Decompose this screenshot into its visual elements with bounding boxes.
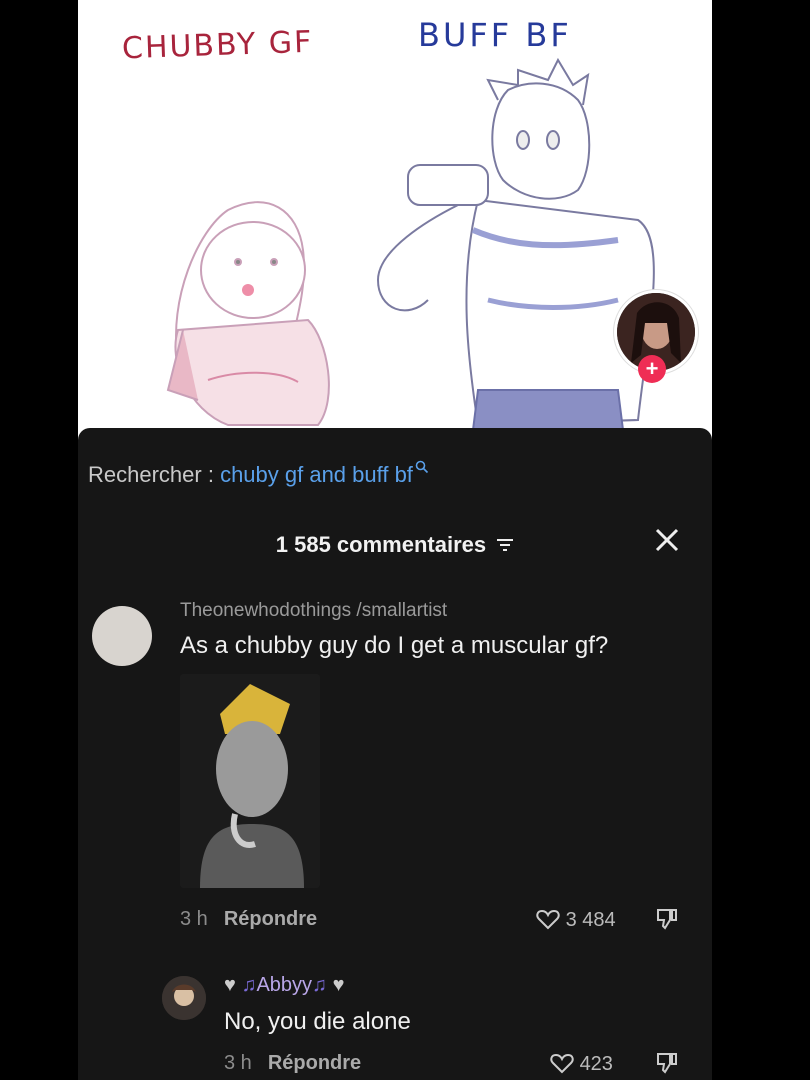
music-note-icon: ♫ <box>312 974 328 996</box>
comment-time: 3 h <box>224 1052 252 1074</box>
close-icon[interactable] <box>654 524 680 561</box>
dislike-icon[interactable] <box>654 1050 680 1080</box>
reply-button[interactable]: Répondre <box>268 1052 361 1074</box>
search-suggestion[interactable]: Rechercher : chuby gf and buff bf <box>88 460 429 488</box>
comment-username[interactable]: ♥ ♫Abbyy♫ ♥ <box>224 974 344 997</box>
artwork-drawing <box>166 57 655 430</box>
search-query-link[interactable]: chuby gf and buff bf <box>220 462 413 487</box>
comment-time: 3 h <box>180 908 208 930</box>
comment-count-header: 1 585 commentaires <box>78 532 712 558</box>
comment-count: 1 585 commentaires <box>275 532 487 557</box>
like-count: 3 484 <box>565 909 616 931</box>
comment-image-portrait <box>180 674 320 888</box>
avatar[interactable] <box>162 976 206 1020</box>
comment-text: As a chubby guy do I get a muscular gf? <box>180 632 609 659</box>
filter-icon[interactable] <box>496 538 514 552</box>
heart-icon: ♥ <box>332 974 345 996</box>
music-note-icon: ♫ <box>241 974 257 996</box>
like-button[interactable]: 423 <box>550 1052 613 1076</box>
heart-icon <box>536 909 560 930</box>
comment-image[interactable] <box>180 674 320 888</box>
heart-icon: ♥ <box>224 974 236 996</box>
comments-panel: Rechercher : chuby gf and buff bf 1 585 … <box>78 428 712 1080</box>
search-prefix: Rechercher : <box>88 462 221 487</box>
like-count: 423 <box>579 1053 613 1075</box>
comment-meta: 3 h Répondre <box>224 1052 361 1075</box>
comment-username[interactable]: Theonewhodothings /smallartist <box>180 600 447 622</box>
avatar[interactable] <box>92 606 152 666</box>
reply-username-text: Abbyy <box>256 974 313 996</box>
boy-figure <box>376 57 655 430</box>
screenshot-frame: CHUBBY GF BUFF BF + Rechercher: chuby g… <box>78 0 712 1080</box>
artwork-image: CHUBBY GF BUFF BF + <box>78 0 712 430</box>
reply-avatar-art <box>162 976 206 1020</box>
heart-icon <box>550 1053 574 1074</box>
reply-button[interactable]: Répondre <box>224 908 317 930</box>
dislike-icon[interactable] <box>654 906 680 937</box>
like-button[interactable]: 3 484 <box>536 908 616 932</box>
follow-plus-button[interactable]: + <box>638 355 666 383</box>
comment-meta: 3 h Répondre <box>180 908 317 931</box>
comment-text: No, you die alone <box>224 1008 411 1035</box>
search-icon <box>415 460 428 474</box>
girl-figure <box>166 201 330 426</box>
